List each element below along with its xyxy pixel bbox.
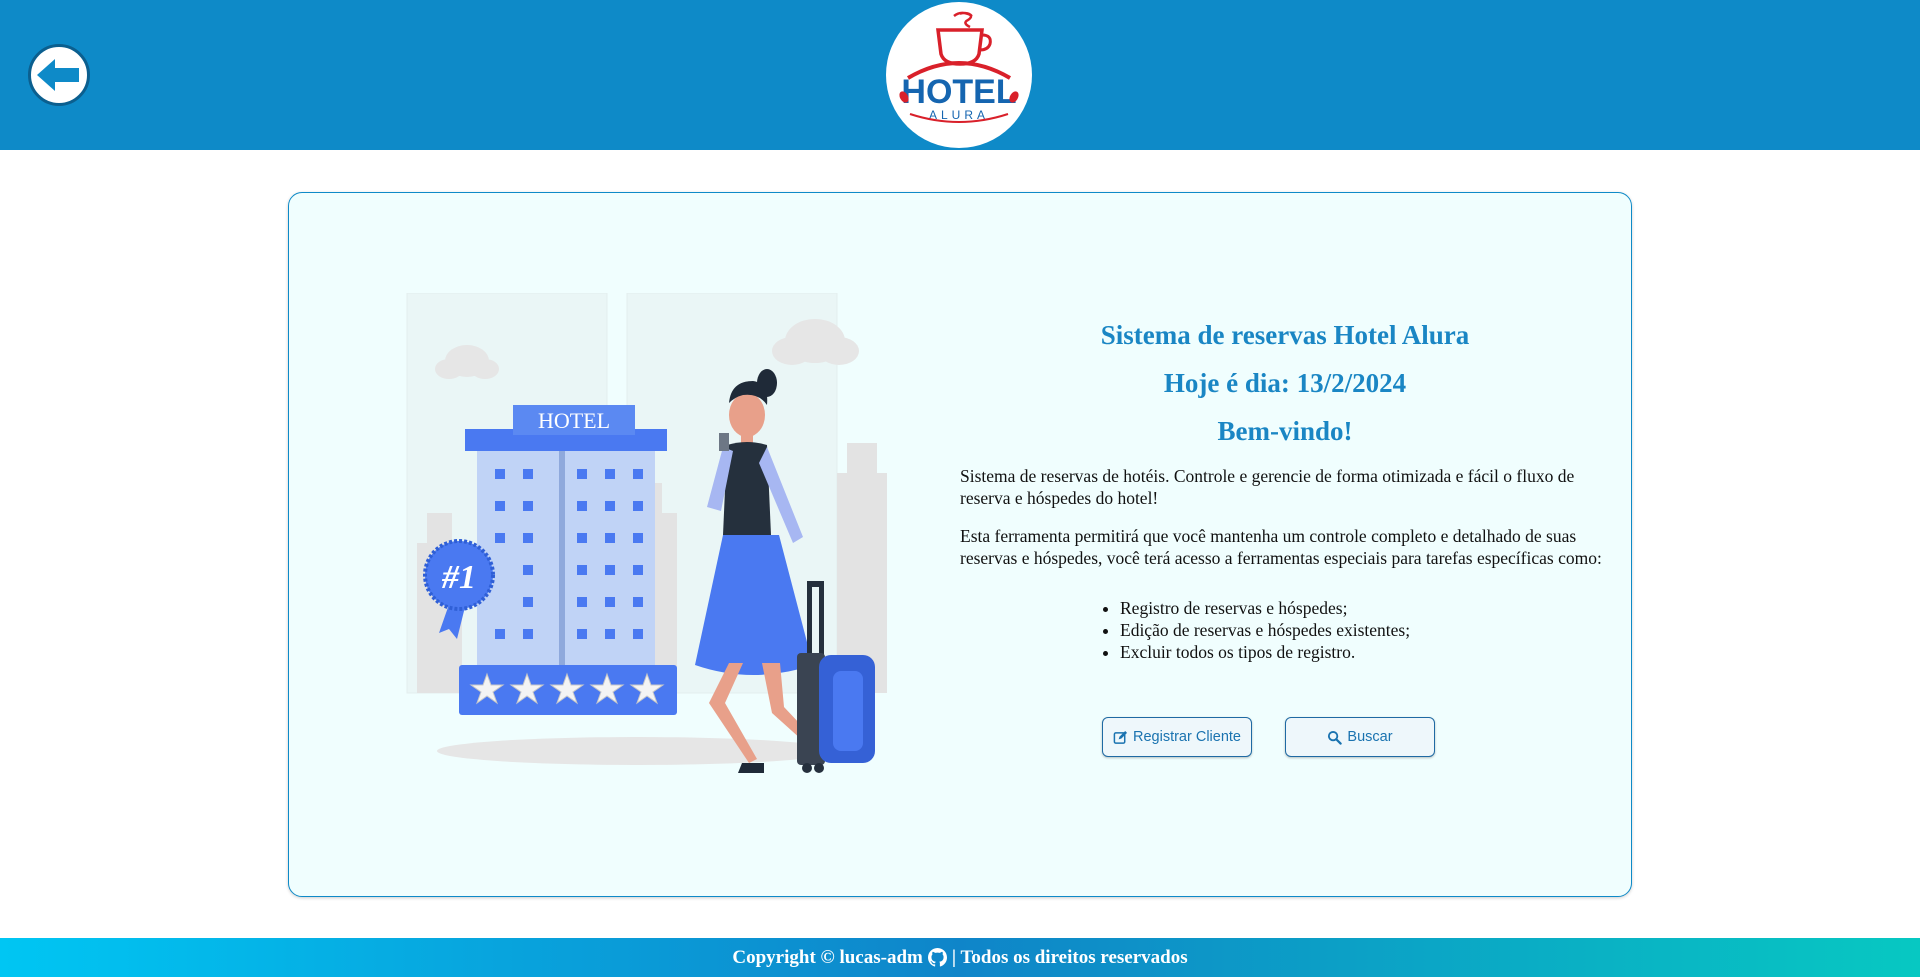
list-item: Excluir todos os tipos de registro.: [1120, 641, 1610, 663]
search-label: Buscar: [1347, 729, 1393, 745]
tools-paragraph: Esta ferramenta permitirá que você mante…: [960, 526, 1602, 568]
list-item: Edição de reservas e hóspedes existentes…: [1120, 619, 1610, 641]
back-button[interactable]: [28, 44, 90, 106]
copyright-text: Copyright © lucas-adm: [732, 946, 923, 968]
date-heading: Hoje é dia: 13/2/2024: [1163, 368, 1407, 398]
search-button[interactable]: Buscar: [1285, 717, 1435, 757]
top-header: HOTEL ALURA: [0, 0, 1920, 150]
feature-list: Registro de reservas e hóspedes; Edição …: [960, 597, 1610, 663]
svg-text:HOTEL: HOTEL: [538, 408, 610, 433]
action-buttons: Registrar Cliente Buscar: [960, 717, 1610, 757]
search-icon: [1328, 730, 1343, 745]
welcome-content: Sistema de reservas Hotel Alura Hoje é d…: [960, 311, 1610, 757]
welcome-card: HOTEL #1 Sistema de reservas Hotel Alura…: [288, 192, 1632, 897]
page-title: Sistema de reservas Hotel Alura: [1100, 320, 1470, 350]
github-icon[interactable]: [927, 948, 947, 967]
svg-text:#1: #1: [441, 559, 476, 596]
svg-text:HOTEL: HOTEL: [901, 73, 1016, 111]
coffee-cup-icon: HOTEL ALURA: [899, 11, 1019, 123]
register-client-label: Registrar Cliente: [1133, 729, 1241, 745]
list-item: Registro de reservas e hóspedes;: [1120, 597, 1610, 619]
hotel-alura-logo[interactable]: HOTEL ALURA: [886, 2, 1032, 148]
rights-text: | Todos os direitos reservados: [951, 946, 1188, 968]
arrow-left-icon: [37, 59, 79, 91]
welcome-heading: Bem-vindo!: [1217, 416, 1353, 446]
register-client-button[interactable]: Registrar Cliente: [1102, 717, 1252, 757]
hotel-illustration: HOTEL #1: [406, 293, 887, 773]
footer: Copyright © lucas-adm | Todos os direito…: [0, 938, 1920, 977]
edit-icon: [1113, 730, 1128, 744]
intro-paragraph: Sistema de reservas de hotéis. Controle …: [960, 466, 1575, 508]
